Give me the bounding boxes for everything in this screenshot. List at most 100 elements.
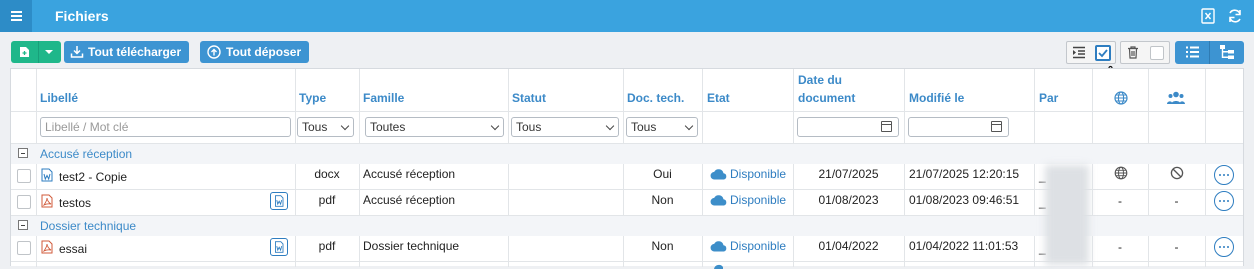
chevron-down-icon [605,121,615,131]
modifie-filter-input[interactable] [908,117,1009,137]
word-version-icon[interactable] [270,192,288,210]
file-date-doc: 21/07/2025 [818,167,879,181]
col-header-date-doc-line1[interactable]: Date du [798,71,842,89]
type-filter-value: Tous [302,120,328,134]
row-actions-button[interactable] [1214,165,1234,185]
statut-filter-value: Tous [516,120,542,134]
col-header-statut[interactable]: Statut [512,89,546,107]
row-actions-button[interactable] [1214,191,1234,211]
file-etat[interactable]: Disponible [730,193,786,207]
col-header-modifie[interactable]: Modifié le [909,89,964,107]
view-toggle-group [1175,41,1244,64]
row-checkbox[interactable] [17,169,31,183]
select-all-checkbox[interactable] [1095,45,1111,61]
forbidden-icon [1170,166,1184,180]
excel-export-icon[interactable] [1199,7,1217,25]
chevron-down-icon [684,121,694,131]
delete-toggle-group [1120,41,1170,64]
users-group-icon [1167,91,1185,104]
indent-icon[interactable] [1072,46,1086,59]
row-actions-button[interactable] [1214,237,1234,257]
file-famille: Dossier technique [363,239,460,253]
famille-filter-value: Toutes [370,120,406,134]
trash-icon[interactable] [1127,46,1139,59]
delete-select-checkbox[interactable] [1150,46,1164,60]
files-table: Libellé Type Famille Statut Doc. tech. E… [10,68,1244,269]
caret-down-icon[interactable] [45,50,53,55]
refresh-icon[interactable] [1226,7,1244,25]
new-file-button[interactable] [11,41,61,63]
date-doc-filter-input[interactable] [797,117,899,137]
toolbar: Tout télécharger Tout déposer [0,32,1254,90]
cloud-icon [710,241,727,252]
row-checkbox[interactable] [17,195,31,209]
file-modifie: 01/04/2022 11:01:53 [909,239,1019,253]
file-date-doc: 01/08/2023 [818,193,879,207]
col-header-date-doc-line2[interactable]: document [798,89,855,107]
hamburger-menu-button[interactable] [0,0,32,32]
file-people-value: - [1174,240,1179,254]
pdf-file-icon [41,240,53,254]
upload-all-button[interactable]: Tout déposer [200,41,310,63]
list-view-icon[interactable] [1186,46,1199,58]
word-version-icon[interactable] [270,238,288,256]
pdf-file-icon [41,194,53,208]
cloud-icon [714,264,723,269]
group-header[interactable]: Accusé réception [11,144,1243,164]
file-people-value: - [1174,194,1179,208]
file-type: docx [314,167,340,181]
word-file-icon [41,168,53,182]
file-modifie: 01/08/2023 09:46:51 [909,193,1020,207]
col-header-doc-tech[interactable]: Doc. tech. [627,89,684,107]
file-name[interactable]: test2 - Copie [59,170,127,184]
globe-icon [1114,91,1128,105]
chevron-down-icon [490,121,500,131]
download-all-button[interactable]: Tout télécharger [64,41,190,63]
file-type: pdf [318,193,336,207]
col-header-par[interactable]: Par [1039,89,1058,107]
file-doc-tech: Non [651,239,674,253]
row-checkbox[interactable] [17,241,31,255]
calendar-icon [881,121,892,132]
download-icon [70,46,84,58]
file-type: pdf [318,239,336,253]
chevron-down-icon [340,121,350,131]
file-etat[interactable]: Disponible [730,167,786,181]
file-modifie: 21/07/2025 12:20:15 [909,167,1020,181]
file-etat[interactable]: Disponible [730,239,786,253]
col-header-type[interactable]: Type [299,89,326,107]
famille-filter-select[interactable]: Toutes [365,117,504,137]
file-name[interactable]: testos [59,196,91,210]
globe-icon [1114,166,1128,180]
doc-tech-filter-select[interactable]: Tous [626,117,698,137]
col-header-libelle[interactable]: Libellé [40,89,78,107]
file-name[interactable]: essai [59,242,87,256]
indent-toggle-group [1066,41,1116,64]
download-all-label: Tout télécharger [88,45,182,59]
cloud-upload-icon [207,45,221,59]
col-header-etat[interactable]: Etat [707,89,730,107]
redacted-user-blur [1045,165,1089,265]
file-globe-value: - [1118,194,1122,208]
new-file-icon [20,47,29,57]
type-filter-select[interactable]: Tous [297,117,354,137]
collapse-group-icon[interactable] [18,220,28,230]
app-header: Fichiers [0,0,1254,32]
page-title: Fichiers [55,8,109,24]
cloud-icon [710,169,727,180]
file-famille: Accusé réception [363,193,456,207]
doc-tech-filter-value: Tous [631,120,657,134]
file-doc-tech: Non [651,193,674,207]
col-header-famille[interactable]: Famille [363,89,404,107]
file-famille: Accusé réception [363,167,456,181]
collapse-group-icon[interactable] [18,148,28,158]
group-label: Accusé réception [40,147,133,161]
libelle-search-input[interactable]: Libellé / Mot clé [40,117,291,137]
group-label: Dossier technique [40,219,137,233]
file-globe-value: - [1118,240,1122,254]
tree-view-icon[interactable] [1220,45,1234,59]
statut-filter-select[interactable]: Tous [511,117,619,137]
calendar-icon [991,121,1002,132]
file-doc-tech: Oui [653,167,672,181]
upload-all-label: Tout déposer [226,45,302,59]
